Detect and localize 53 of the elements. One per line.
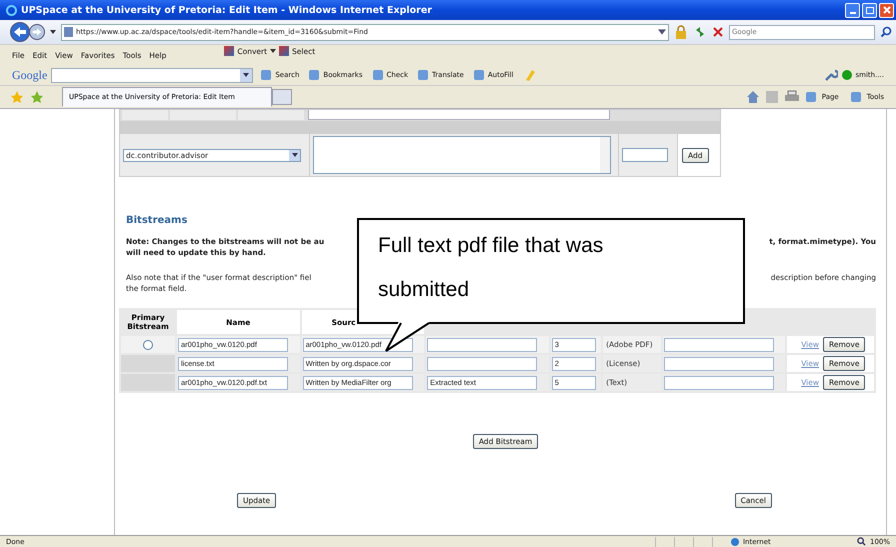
- toolbar-icon[interactable]: [261, 70, 272, 80]
- new-tab-button[interactable]: [272, 89, 292, 105]
- toolbar-icon[interactable]: [418, 70, 428, 80]
- search-icon[interactable]: [880, 26, 892, 38]
- toolbar-icon[interactable]: [309, 70, 320, 80]
- forward-button[interactable]: [29, 24, 45, 40]
- forward-arrow-icon: [32, 27, 42, 37]
- globe-icon: [730, 538, 739, 546]
- toolbar-icon[interactable]: [806, 92, 816, 102]
- description-field[interactable]: [427, 338, 538, 352]
- lock-icon[interactable]: [674, 25, 688, 39]
- primary-radio[interactable]: [143, 340, 153, 350]
- dropdown-icon[interactable]: [270, 49, 276, 53]
- back-arrow-icon: [13, 26, 27, 38]
- printer-icon[interactable]: [784, 90, 800, 104]
- browser-logo-icon: [6, 4, 17, 16]
- description-field[interactable]: [427, 356, 538, 370]
- dropdown-icon[interactable]: [50, 30, 56, 34]
- page-icon: [64, 27, 73, 37]
- stop-icon[interactable]: [712, 26, 724, 38]
- toolbar-icon[interactable]: [850, 92, 861, 102]
- toolbar-icon[interactable]: [372, 70, 382, 80]
- user-format-field[interactable]: [664, 338, 774, 352]
- restore-icon: [866, 6, 874, 14]
- back-button[interactable]: [10, 22, 30, 42]
- user-format-field[interactable]: [664, 376, 774, 390]
- toolbar-icon[interactable]: [474, 70, 484, 80]
- dropdown-icon[interactable]: [658, 29, 666, 35]
- dropdown-icon[interactable]: [292, 153, 298, 157]
- user-format-field[interactable]: [664, 356, 774, 370]
- window-title: UPSpace at the University of Pretoria: Edit Item - Windows Internet Explorer: [21, 4, 433, 16]
- close-button[interactable]: [879, 2, 894, 18]
- status-dot-icon: [842, 70, 852, 80]
- document-icon[interactable]: [279, 46, 290, 56]
- dropdown-icon[interactable]: [243, 73, 250, 77]
- document-icon[interactable]: [224, 46, 234, 56]
- favorites-star-icon[interactable]: [10, 90, 24, 104]
- wrench-icon[interactable]: [824, 68, 838, 82]
- toolbar-search-field[interactable]: [51, 68, 254, 82]
- minimize-icon: [850, 12, 856, 14]
- text-area[interactable]: [308, 110, 610, 120]
- language-field[interactable]: [622, 148, 668, 162]
- home-icon[interactable]: [746, 90, 760, 104]
- add-favorite-icon[interactable]: [30, 90, 44, 104]
- highlighter-icon[interactable]: [523, 68, 538, 82]
- restore-button[interactable]: [862, 2, 877, 18]
- value-text-area[interactable]: [313, 136, 611, 174]
- minimize-button[interactable]: [845, 2, 860, 18]
- callout: Full text pdf file that was submitted: [357, 218, 745, 324]
- zoom-icon[interactable]: [856, 537, 866, 546]
- section-heading: Bitstreams: [126, 215, 188, 226]
- google-logo: Google: [12, 68, 48, 82]
- close-icon: [882, 5, 892, 15]
